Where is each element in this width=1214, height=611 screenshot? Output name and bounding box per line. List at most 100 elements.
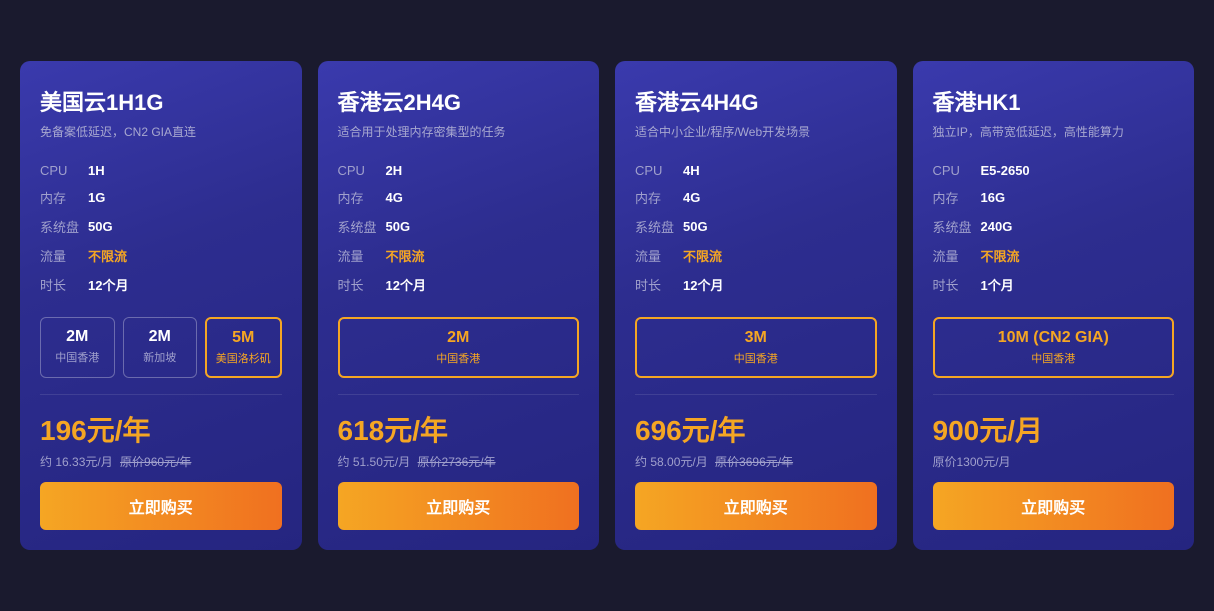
- card-title: 美国云1H1G: [40, 85, 282, 117]
- spec-row: 流量不限流: [635, 241, 877, 270]
- spec-value: 1H: [88, 158, 282, 183]
- card-title: 香港云2H4G: [338, 85, 580, 117]
- bandwidth-speed: 2M: [344, 329, 574, 347]
- bandwidth-option-1[interactable]: 2M中国香港: [338, 317, 580, 378]
- price-original: 原价3696元/年: [715, 455, 793, 469]
- spec-row: CPU2H: [338, 158, 580, 183]
- price-original: 原价2736元/年: [418, 455, 496, 469]
- spec-label: 内存: [635, 183, 683, 212]
- spec-label: 时长: [40, 270, 88, 299]
- price-sub: 约 58.00元/月 原价3696元/年: [635, 453, 877, 470]
- price-main: 196元/年: [40, 409, 282, 449]
- spec-label: 内存: [338, 183, 386, 212]
- bandwidth-speed: 10M (CN2 GIA): [939, 329, 1169, 347]
- spec-value: 不限流: [386, 241, 580, 270]
- spec-label: 时长: [338, 270, 386, 299]
- bandwidth-speed: 2M: [128, 328, 193, 346]
- buy-button[interactable]: 立即购买: [40, 482, 282, 530]
- spec-value: 2H: [386, 158, 580, 183]
- spec-row: 内存4G: [635, 183, 877, 212]
- card-title: 香港云4H4G: [635, 85, 877, 117]
- spec-label: CPU: [933, 158, 981, 183]
- spec-row: 时长12个月: [635, 270, 877, 299]
- price-sub: 约 16.33元/月 原价960元/年: [40, 453, 282, 470]
- spec-label: 流量: [933, 241, 981, 270]
- spec-value: 4G: [386, 183, 580, 212]
- spec-row: CPUE5-2650: [933, 158, 1175, 183]
- bandwidth-option-1[interactable]: 10M (CN2 GIA) 中国香港: [933, 317, 1175, 378]
- spec-label: 流量: [40, 241, 88, 270]
- spec-label: 时长: [635, 270, 683, 299]
- spec-row: 内存1G: [40, 183, 282, 212]
- bandwidth-location: 中国香港: [641, 350, 871, 366]
- spec-row: CPU4H: [635, 158, 877, 183]
- spec-value: 1G: [88, 183, 282, 212]
- price-sub: 原价1300元/月: [933, 453, 1175, 470]
- price-main: 696元/年: [635, 409, 877, 449]
- spec-value: 1个月: [981, 270, 1175, 299]
- spec-value: 50G: [88, 212, 282, 241]
- bandwidth-options: 3M 中国香港: [635, 317, 877, 378]
- spec-row: 流量不限流: [933, 241, 1175, 270]
- spec-row: 系统盘240G: [933, 212, 1175, 241]
- bandwidth-options: 2M中国香港: [338, 317, 580, 378]
- spec-value: 50G: [683, 212, 877, 241]
- bandwidth-speed: 3M: [641, 329, 871, 347]
- spec-row: CPU1H: [40, 158, 282, 183]
- card-2: 香港云2H4G 适合用于处理内存密集型的任务 CPU2H内存4G系统盘50G流量不限…: [318, 61, 600, 550]
- spec-row: 内存16G: [933, 183, 1175, 212]
- spec-value: 4H: [683, 158, 877, 183]
- spec-label: 系统盘: [933, 212, 981, 241]
- spec-label: CPU: [635, 158, 683, 183]
- bandwidth-location: 中国香港: [939, 350, 1169, 366]
- card-3: 香港云4H4G 适合中小企业/程序/Web开发场景 CPU4H内存4G系统盘50G流…: [615, 61, 897, 550]
- spec-label: 内存: [40, 183, 88, 212]
- bandwidth-speed: 5M: [211, 329, 276, 347]
- bandwidth-location: 中国香港: [45, 349, 110, 365]
- spec-value: E5-2650: [981, 158, 1175, 183]
- card-subtitle: 适合中小企业/程序/Web开发场景: [635, 123, 877, 140]
- specs-table: CPU4H内存4G系统盘50G流量不限流时长12个月: [635, 158, 877, 299]
- spec-row: 时长12个月: [338, 270, 580, 299]
- spec-label: 时长: [933, 270, 981, 299]
- price-section: 618元/年约 51.50元/月 原价2736元/年立即购买: [338, 394, 580, 530]
- spec-value: 12个月: [88, 270, 282, 299]
- spec-row: 系统盘50G: [338, 212, 580, 241]
- spec-label: CPU: [40, 158, 88, 183]
- spec-value: 不限流: [981, 241, 1175, 270]
- card-1: 美国云1H1G 免备案低延迟，CN2 GIA直连 CPU1H内存1G系统盘50G流量…: [20, 61, 302, 550]
- bandwidth-options: 10M (CN2 GIA) 中国香港: [933, 317, 1175, 378]
- card-subtitle: 独立IP，高带宽低延迟，高性能算力: [933, 123, 1175, 140]
- bandwidth-option-2[interactable]: 2M 新加坡: [123, 317, 198, 378]
- cards-container: 美国云1H1G免备案低延迟，CN2 GIA直连CPU1H内存1G系统盘50G流量…: [20, 61, 1194, 550]
- specs-table: CPUE5-2650内存16G系统盘240G流量不限流时长1个月: [933, 158, 1175, 299]
- spec-row: 系统盘50G: [635, 212, 877, 241]
- spec-value: 12个月: [386, 270, 580, 299]
- buy-button[interactable]: 立即购买: [933, 482, 1175, 530]
- card-subtitle: 适合用于处理内存密集型的任务: [338, 123, 580, 140]
- spec-value: 12个月: [683, 270, 877, 299]
- bandwidth-option-1[interactable]: 2M中国香港: [40, 317, 115, 378]
- spec-row: 流量不限流: [338, 241, 580, 270]
- buy-button[interactable]: 立即购买: [635, 482, 877, 530]
- price-section: 696元/年约 58.00元/月 原价3696元/年立即购买: [635, 394, 877, 530]
- specs-table: CPU2H内存4G系统盘50G流量不限流时长12个月: [338, 158, 580, 299]
- bandwidth-option-3[interactable]: 5M 美国洛杉矶: [205, 317, 282, 378]
- price-sub: 约 51.50元/月 原价2736元/年: [338, 453, 580, 470]
- spec-value: 不限流: [88, 241, 282, 270]
- bandwidth-options: 2M中国香港 2M 新加坡 5M 美国洛杉矶: [40, 317, 282, 378]
- spec-row: 内存4G: [338, 183, 580, 212]
- bandwidth-location: 美国洛杉矶: [211, 350, 276, 366]
- spec-value: 16G: [981, 183, 1175, 212]
- spec-value: 240G: [981, 212, 1175, 241]
- card-subtitle: 免备案低延迟，CN2 GIA直连: [40, 123, 282, 140]
- spec-row: 流量不限流: [40, 241, 282, 270]
- bandwidth-location: 新加坡: [128, 349, 193, 365]
- spec-label: 系统盘: [40, 212, 88, 241]
- buy-button[interactable]: 立即购买: [338, 482, 580, 530]
- spec-label: 流量: [338, 241, 386, 270]
- spec-label: 流量: [635, 241, 683, 270]
- bandwidth-option-1[interactable]: 3M 中国香港: [635, 317, 877, 378]
- spec-label: 内存: [933, 183, 981, 212]
- spec-row: 时长12个月: [40, 270, 282, 299]
